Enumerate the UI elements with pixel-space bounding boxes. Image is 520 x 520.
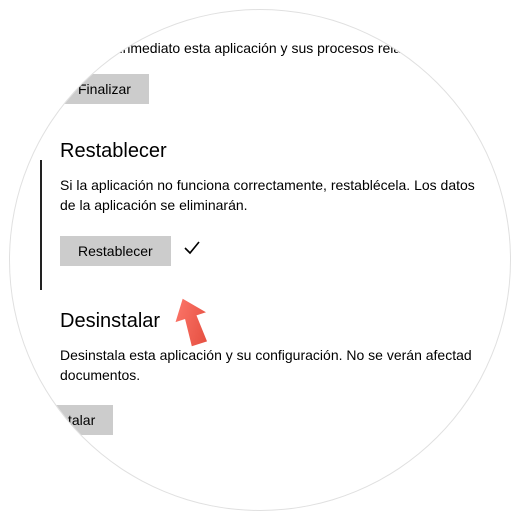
checkmark-icon [183, 240, 201, 261]
finalize-button[interactable]: Finalizar [60, 74, 149, 104]
uninstall-desc: Desinstala esta aplicación y su configur… [60, 345, 480, 386]
reset-heading: Restablecer [60, 140, 480, 163]
reset-desc: Si la aplicación no funciona correctamen… [60, 175, 480, 216]
terminate-desc-partial: de inmediato esta aplicación y sus proce… [60, 40, 480, 56]
uninstall-heading: Desinstalar [60, 310, 480, 333]
uninstall-button[interactable]: talar [50, 405, 113, 435]
left-accent-rule [40, 160, 42, 290]
reset-button[interactable]: Restablecer [60, 236, 171, 266]
